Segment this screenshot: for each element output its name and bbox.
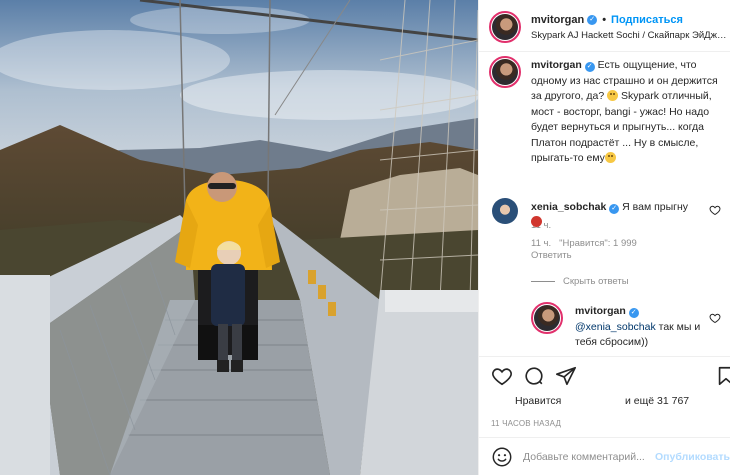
paper-plane-icon[interactable] <box>555 365 577 387</box>
devil-face-icon <box>531 216 542 227</box>
reply-mention[interactable]: @xenia_sobchak <box>575 321 656 333</box>
commenter-username[interactable]: xenia_sobchak <box>531 201 606 213</box>
reply-avatar[interactable] <box>531 302 563 334</box>
reply-username[interactable]: mvitorgan <box>575 305 626 317</box>
likes-count[interactable]: и ещё 31 767 <box>625 395 689 407</box>
caption-username[interactable]: mvitorgan <box>531 59 582 71</box>
hide-replies-label: Скрыть ответы <box>563 276 629 287</box>
follow-button[interactable]: Подписаться <box>611 14 683 26</box>
caption-text: mvitorgan ✓ Есть ощущение, что одному из… <box>531 58 719 167</box>
comment-body: Я вам прыгну <box>622 201 689 213</box>
photo-scene <box>0 0 478 475</box>
comment-bubble-icon[interactable] <box>523 365 545 387</box>
author-avatar[interactable] <box>489 11 521 43</box>
heart-icon[interactable] <box>491 365 513 387</box>
comment-meta: 11 ч. "Нравится": 1 999 <box>531 238 637 249</box>
comment-time[interactable]: 11 ч. <box>531 238 551 249</box>
author-username[interactable]: mvitorgan <box>531 14 584 26</box>
smiley-face-icon[interactable] <box>491 446 513 468</box>
verified-badge-icon: ✓ <box>587 15 598 25</box>
verified-badge-icon: ✓ <box>628 308 639 318</box>
bookmark-icon[interactable] <box>715 365 730 387</box>
divider-line <box>531 281 555 282</box>
post-timestamp[interactable]: 11 часов назад <box>491 419 561 428</box>
caption-avatar[interactable] <box>489 56 521 88</box>
likes-label[interactable]: Нравится <box>515 395 561 407</box>
commenter-avatar[interactable] <box>492 198 518 224</box>
post-side-panel: mvitorgan ✓ • Подписаться Skypark AJ Hac… <box>478 0 730 475</box>
reply-text: mvitorgan ✓ @xenia_sobchak так мы и тебя… <box>575 304 705 351</box>
reply-button[interactable]: Ответить <box>531 250 572 261</box>
post-photo[interactable] <box>0 0 478 475</box>
location-link[interactable]: Skypark AJ Hackett Sochi / Скайпарк ЭйДж… <box>531 30 727 41</box>
post-header: mvitorgan ✓ • Подписаться Skypark AJ Hac… <box>479 0 730 52</box>
add-comment-bar: Опубликовать <box>479 437 730 475</box>
winking-face-icon <box>607 90 619 101</box>
grinning-face-icon <box>604 152 616 163</box>
verified-badge-icon: ✓ <box>609 204 620 214</box>
publish-button[interactable]: Опубликовать <box>655 451 730 463</box>
verified-badge-icon: ✓ <box>584 62 595 72</box>
post-actions: Нравится и ещё 31 767 11 часов назад <box>479 356 730 440</box>
comment-heart-icon[interactable] <box>709 204 721 216</box>
comment-likes[interactable]: "Нравится": 1 999 <box>559 238 637 249</box>
comment-text: xenia_sobchak ✓ Я вам прыгну <box>531 200 701 230</box>
reply-heart-icon[interactable] <box>709 312 721 324</box>
separator-dot: • <box>602 14 607 26</box>
comment-input[interactable] <box>523 448 647 466</box>
hide-replies-button[interactable]: Скрыть ответы <box>531 276 629 287</box>
